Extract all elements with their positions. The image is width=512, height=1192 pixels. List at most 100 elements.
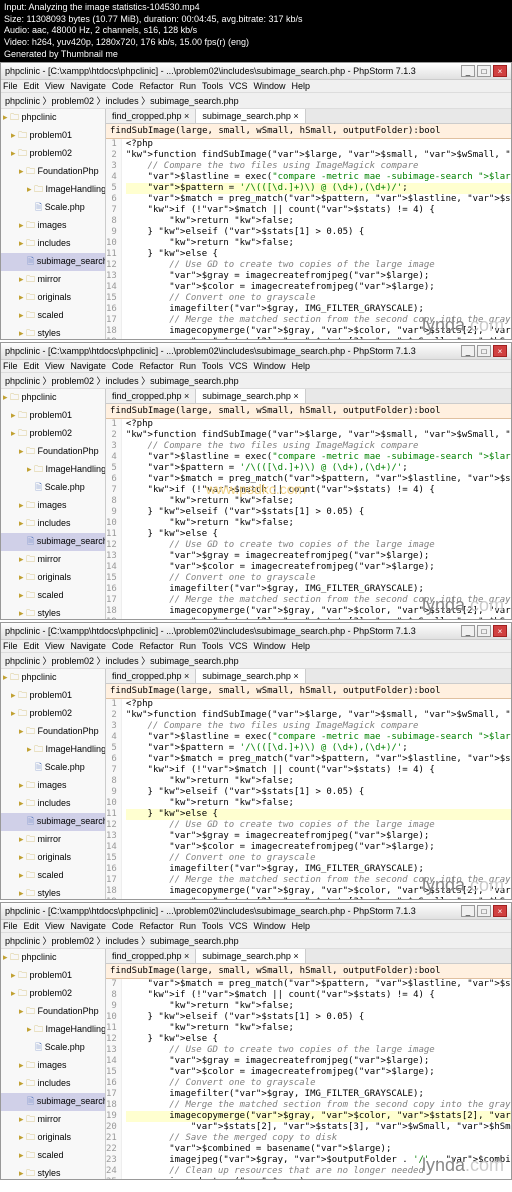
code-line[interactable]: "var">$stats[2], "var">$stats[3], "var">… (126, 337, 511, 339)
code-line[interactable]: imagecopymerge("var">$gray, "var">$color… (126, 606, 511, 617)
menu-item[interactable]: Code (112, 361, 134, 371)
tree-folder[interactable]: ▸ 🗀 problem02 (1, 705, 105, 723)
tree-file[interactable]: 🗎 Scale.php (1, 199, 105, 217)
tree-folder[interactable]: ▸ 🗀 phpclinic (1, 109, 105, 127)
tree-file[interactable]: 🗎 subimage_search.php (1, 533, 105, 551)
tree-folder[interactable]: ▸ 🗀 images (1, 217, 105, 235)
code-line[interactable]: } "kw">elseif ("var">$stats[1] > 0.05) { (126, 507, 511, 518)
code-line[interactable]: "var">$gray = imagecreatefromjpeg("var">… (126, 551, 511, 562)
code-line[interactable]: "kw">return "kw">false; (126, 776, 511, 787)
menu-item[interactable]: Window (254, 81, 286, 91)
project-tree[interactable]: ▸ 🗀 phpclinic▸ 🗀 problem01▸ 🗀 problem02 ▸… (1, 949, 106, 1179)
code-line[interactable]: // Convert one to grayscale (126, 1078, 511, 1089)
code-line[interactable]: // Compare the two files using ImageMagi… (126, 161, 511, 172)
maximize-icon[interactable]: □ (477, 905, 491, 917)
minimize-icon[interactable]: _ (461, 65, 475, 77)
tree-folder[interactable]: ▸ 🗀 ImageHandling (1, 461, 105, 479)
tree-folder[interactable]: ▸ 🗀 ImageHandling (1, 181, 105, 199)
code-line[interactable]: // Convert one to grayscale (126, 293, 511, 304)
tree-folder[interactable]: ▸ 🗀 mirror (1, 1111, 105, 1129)
code-line[interactable]: "var">$color = imagecreatefromjpeg("var"… (126, 562, 511, 573)
tree-folder[interactable]: ▸ 🗀 includes (1, 1075, 105, 1093)
title-bar[interactable]: phpclinic - [C:\xampp\htdocs\phpclinic] … (1, 903, 511, 920)
code-line[interactable]: // Save the merged copy to disk (126, 1133, 511, 1144)
code-line[interactable]: "var">$pattern = '/\(([\d.]+)\) @ (\d+),… (126, 463, 511, 474)
code-line[interactable]: "var">$lastline = exec("compare -metric … (126, 172, 511, 183)
breadcrumb[interactable]: phpclinic 〉problem02 〉includes 〉subimage… (1, 373, 511, 389)
menu-item[interactable]: Navigate (70, 81, 106, 91)
code-line[interactable]: } "kw">else { (126, 529, 511, 540)
code-line[interactable]: "kw">return "kw">false; (126, 518, 511, 529)
minimize-icon[interactable]: _ (461, 905, 475, 917)
tree-folder[interactable]: ▸ 🗀 mirror (1, 271, 105, 289)
tree-folder[interactable]: ▸ 🗀 images (1, 777, 105, 795)
tree-folder[interactable]: ▸ 🗀 problem02 (1, 145, 105, 163)
code-line[interactable]: "var">$gray = imagecreatefromjpeg("var">… (126, 271, 511, 282)
code-line[interactable]: "kw">return "kw">false; (126, 1023, 511, 1034)
tree-folder[interactable]: ▸ 🗀 images (1, 497, 105, 515)
tree-folder[interactable]: ▸ 🗀 styles (1, 325, 105, 339)
code-line[interactable]: // Convert one to grayscale (126, 573, 511, 584)
tree-folder[interactable]: ▸ 🗀 problem01 (1, 687, 105, 705)
code-area[interactable]: 1234567891011121314151617181920212223242… (106, 139, 511, 339)
code-line[interactable]: "var">$color = imagecreatefromjpeg("var"… (126, 1067, 511, 1078)
menu-item[interactable]: Navigate (70, 361, 106, 371)
code-line[interactable]: "kw">return "kw">false; (126, 216, 511, 227)
code-line[interactable]: <?php (126, 139, 511, 150)
code-line[interactable]: <?php (126, 699, 511, 710)
menu-item[interactable]: File (3, 641, 18, 651)
menu-item[interactable]: Tools (202, 921, 223, 931)
menu-item[interactable]: Run (179, 921, 196, 931)
code-line[interactable]: <?php (126, 419, 511, 430)
code-line[interactable]: "var">$match = preg_match("var">$pattern… (126, 194, 511, 205)
tree-folder[interactable]: ▸ 🗀 styles (1, 605, 105, 619)
menu-item[interactable]: View (45, 81, 64, 91)
tree-folder[interactable]: ▸ 🗀 scaled (1, 1147, 105, 1165)
menu-item[interactable]: VCS (229, 361, 248, 371)
code-line[interactable]: imagecopymerge("var">$gray, "var">$color… (126, 886, 511, 897)
menu-item[interactable]: VCS (229, 641, 248, 651)
title-bar[interactable]: phpclinic - [C:\xampp\htdocs\phpclinic] … (1, 63, 511, 80)
code-line[interactable]: "var">$color = imagecreatefromjpeg("var"… (126, 842, 511, 853)
code-line[interactable]: "kw">if (!"var">$match || count("var">$s… (126, 765, 511, 776)
code-line[interactable]: imagecopymerge("var">$gray, "var">$color… (126, 326, 511, 337)
menu-item[interactable]: Tools (202, 641, 223, 651)
editor-tab[interactable]: subimage_search.php × (196, 389, 305, 403)
code-line[interactable]: "kw">function findSubImage("var">$large,… (126, 150, 511, 161)
menu-item[interactable]: Edit (24, 921, 40, 931)
tree-folder[interactable]: ▸ 🗀 problem02 (1, 985, 105, 1003)
close-icon[interactable]: × (493, 625, 507, 637)
close-icon[interactable]: × (493, 905, 507, 917)
code-line[interactable]: // Use GD to create two copies of the la… (126, 260, 511, 271)
menu-item[interactable]: Window (254, 641, 286, 651)
menu-item[interactable]: Code (112, 641, 134, 651)
code-line[interactable]: // Merge the matched section from the se… (126, 875, 511, 886)
menu-item[interactable]: Tools (202, 361, 223, 371)
code-area[interactable]: 1234567891011121314151617181920212223242… (106, 699, 511, 899)
tree-folder[interactable]: ▸ 🗀 originals (1, 569, 105, 587)
minimize-icon[interactable]: _ (461, 345, 475, 357)
tree-folder[interactable]: ▸ 🗀 scaled (1, 867, 105, 885)
tree-folder[interactable]: ▸ 🗀 problem01 (1, 967, 105, 985)
code-line[interactable]: "kw">function findSubImage("var">$large,… (126, 710, 511, 721)
close-icon[interactable]: × (493, 65, 507, 77)
tree-file[interactable]: 🗎 Scale.php (1, 479, 105, 497)
title-bar[interactable]: phpclinic - [C:\xampp\htdocs\phpclinic] … (1, 623, 511, 640)
code-line[interactable]: "var">$lastline = exec("compare -metric … (126, 732, 511, 743)
code-line[interactable]: imagefilter("var">$gray, IMG_FILTER_GRAY… (126, 864, 511, 875)
code-line[interactable]: imagefilter("var">$gray, IMG_FILTER_GRAY… (126, 1089, 511, 1100)
tree-folder[interactable]: ▸ 🗀 scaled (1, 307, 105, 325)
close-icon[interactable]: × (493, 345, 507, 357)
menu-item[interactable]: Help (292, 641, 311, 651)
tree-folder[interactable]: ▸ 🗀 problem01 (1, 407, 105, 425)
menu-item[interactable]: Refactor (139, 921, 173, 931)
code-line[interactable]: "kw">return "kw">false; (126, 238, 511, 249)
tree-folder[interactable]: ▸ 🗀 includes (1, 795, 105, 813)
editor-tab[interactable]: subimage_search.php × (196, 669, 305, 683)
tree-folder[interactable]: ▸ 🗀 phpclinic (1, 949, 105, 967)
code-line[interactable]: } "kw">else { (126, 249, 511, 260)
code-line[interactable]: "kw">function findSubImage("var">$large,… (126, 430, 511, 441)
maximize-icon[interactable]: □ (477, 625, 491, 637)
code-line[interactable]: imagecopymerge("var">$gray, "var">$color… (126, 1111, 511, 1122)
tree-folder[interactable]: ▸ 🗀 includes (1, 515, 105, 533)
